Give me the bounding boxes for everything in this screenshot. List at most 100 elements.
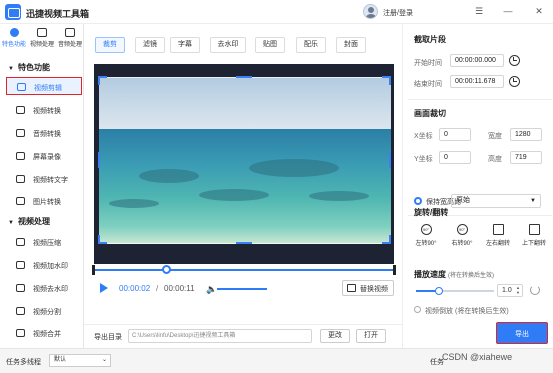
sidebar-item-video-to-text[interactable]: 视频转文字 [6,170,82,188]
image-icon [16,197,25,205]
flip-vertical-label: 上下翻转 [521,241,546,247]
flip-horizontal-button[interactable]: 左右翻转 [480,224,516,254]
height-label: 高度 [488,156,502,163]
rotate-right-button[interactable]: 90° 右转90° [444,224,480,254]
timeline-end-handle[interactable] [393,265,396,275]
ratio-select[interactable]: 原始 ▼ [451,194,541,208]
record-icon [16,152,25,160]
close-icon[interactable]: ✕ [533,5,545,17]
flip-horizontal-label: 左右翻转 [485,241,510,247]
star-icon [9,28,19,37]
change-dir-button[interactable]: 更改 [320,329,350,343]
multithread-select[interactable]: 默认 ⌄ [49,354,111,367]
speed-section-title: 播放速度 (将在转换后生效) [414,269,494,280]
editor-main: 裁剪 滤镜 字幕 去水印 贴图 配乐 封面 00:00:02 / 00:00:1… [84,24,402,324]
tab-remove-watermark[interactable]: 去水印 [210,37,246,53]
rotate-left-button[interactable]: 90° 左转90° [408,224,444,254]
app-logo-icon [5,4,21,20]
export-button[interactable]: 导出 [496,322,548,344]
sidebar-item-label: 视频分割 [33,309,61,316]
crop-handle[interactable] [98,235,100,244]
sidebar-item-screen-record[interactable]: 屏幕录像 [6,147,82,165]
rotate-right-icon: 90° [456,224,468,235]
group-title-video[interactable]: ▼ 视频处理 [8,216,50,227]
keep-ratio-radio[interactable] [414,197,422,205]
volume-icon[interactable]: 🔈 [206,284,217,295]
tab-music[interactable]: 配乐 [296,37,326,53]
login-link[interactable]: 注册/登录 [383,8,413,18]
minimize-icon[interactable]: — [502,5,514,17]
ratio-select-value: 原始 [456,197,470,204]
crop-handle[interactable] [98,76,100,85]
crop-handle[interactable] [389,235,391,244]
sidebar-item-video-merge[interactable]: 视频合并 [6,324,82,342]
tab-sticker[interactable]: 贴图 [255,37,285,53]
sidebar-item-image-convert[interactable]: 图片转换 [6,192,82,210]
sidebar-item-label: 视频转文字 [33,177,68,184]
sidebar-item-remove-watermark[interactable]: 视频去水印 [6,279,82,297]
time-separator: / [156,284,159,293]
export-dir-input[interactable]: C:\Users\linfu\Desktop\迅捷视频工具箱 [128,329,312,343]
sidebar-item-video-compress[interactable]: 视频压缩 [6,233,82,251]
tab-subtitle[interactable]: 字幕 [170,37,200,53]
crop-handle[interactable] [236,76,252,78]
y-coord-input[interactable]: 0 [439,151,471,164]
timeline-start-handle[interactable] [92,265,95,275]
sidebar-item-add-watermark[interactable]: 视频加水印 [6,256,82,274]
tab-cover[interactable]: 封面 [336,37,366,53]
group-title-text: 特色功能 [17,63,50,72]
tab-filter[interactable]: 滤镜 [135,37,165,53]
open-dir-button[interactable]: 打开 [356,329,386,343]
tab-video-processing[interactable]: 视频处理 [28,28,56,48]
speed-title-text: 播放速度 [414,270,446,279]
crop-handle[interactable] [389,152,391,168]
caret-down-icon: ▼ [8,66,14,72]
crop-handle[interactable] [236,242,252,244]
sidebar-item-label: 视频压缩 [33,240,61,247]
multithread-label: 任务多线程 [6,359,41,366]
tab-crop[interactable]: 裁剪 [95,37,125,53]
scissors-icon [17,83,26,91]
speed-input[interactable]: 1.0 ▲ ▼ [497,284,523,297]
end-time-input[interactable]: 00:00:11.678 [450,75,504,88]
sidebar-item-label: 屏幕录像 [33,154,61,161]
tab-audio-processing[interactable]: 音频处理 [56,28,84,48]
crop-section-title: 画面裁切 [414,109,446,118]
crop-handle[interactable] [389,76,391,85]
speed-slider-thumb[interactable] [435,287,444,295]
chevron-down-icon: ⌄ [101,357,107,363]
reef-shape [309,191,369,201]
title-bar: 迅捷视频工具箱 注册/登录 ☰ — ✕ [0,0,553,24]
tab-special-features[interactable]: 特色功能 [0,28,28,48]
replace-video-button[interactable]: 替换视频 [342,280,394,296]
height-input[interactable]: 719 [510,151,542,164]
group-title-special[interactable]: ▼ 特色功能 [8,62,50,73]
clock-icon[interactable] [509,76,520,87]
sidebar-item-audio-convert[interactable]: 音频转换 [6,124,82,142]
speed-slider[interactable] [416,287,494,295]
timeline[interactable] [92,265,396,275]
spinner-icon[interactable]: ▲ ▼ [516,285,520,295]
sidebar-item-video-split[interactable]: 视频分割 [6,302,82,320]
y-coord-label: Y坐标 [414,156,433,163]
flip-vertical-button[interactable]: 上下翻转 [516,224,552,254]
sidebar-item-video-convert[interactable]: 视频转换 [6,101,82,119]
reset-icon[interactable] [530,285,540,295]
timeline-playhead[interactable] [162,265,171,274]
crop-handle[interactable] [98,152,100,168]
sidebar-item-label: 视频去水印 [33,286,68,293]
reverse-radio[interactable] [414,306,421,313]
play-icon[interactable] [100,283,108,293]
clock-icon[interactable] [509,55,520,66]
start-time-input[interactable]: 00:00:00.000 [450,54,504,67]
volume-slider[interactable] [217,288,267,290]
video-preview[interactable] [94,64,394,264]
x-coord-input[interactable]: 0 [439,128,471,141]
speed-note: (将在转换后生效) [448,273,494,279]
sidebar-item-label: 音频转换 [33,131,61,138]
export-dir-label: 导出目录 [94,334,122,341]
user-avatar-icon[interactable] [363,4,378,19]
menu-icon[interactable]: ☰ [473,5,485,17]
width-input[interactable]: 1280 [510,128,542,141]
sidebar-item-video-edit[interactable]: 视频剪辑 [6,77,82,95]
